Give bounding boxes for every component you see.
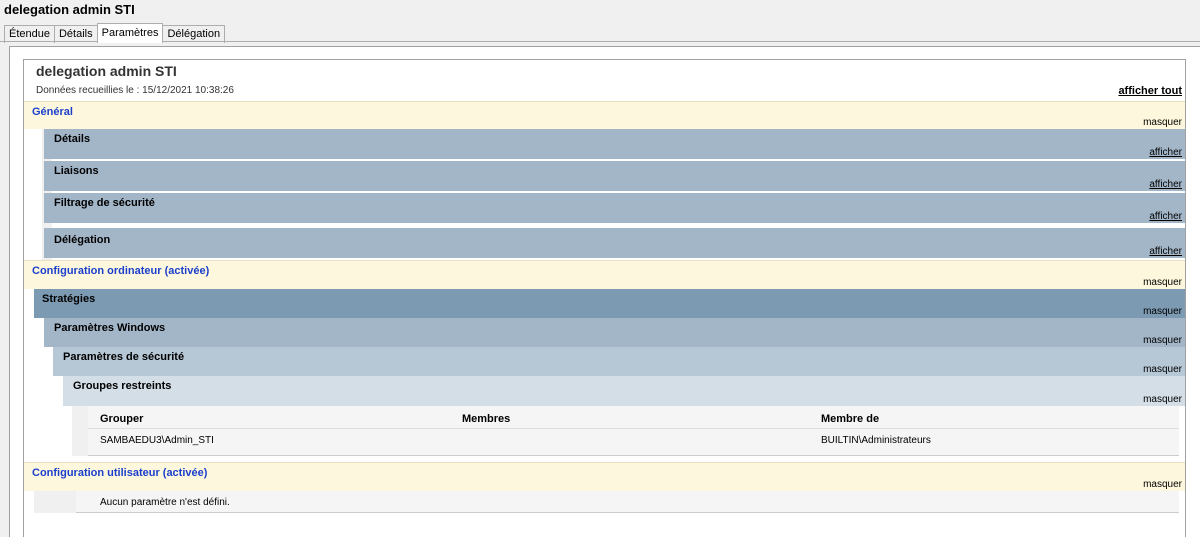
section-windows-settings: Paramètres Windows masquer [44,318,1185,347]
section-links-toggle[interactable]: afficher [1149,179,1182,190]
section-security-settings: Paramètres de sécurité masquer [53,347,1185,376]
column-header-group: Grouper [100,413,144,425]
no-settings-text: Aucun paramètre n'est défini. [100,497,230,508]
table-cell-group: SAMBAEDU3\Admin_STI [100,435,214,446]
tab-settings[interactable]: Paramètres [96,23,164,43]
settings-panel: delegation admin STI Données recueillies… [9,46,1200,537]
section-security-filter-label: Filtrage de sécurité [54,197,155,209]
column-header-members: Membres [462,413,511,425]
section-user-config: Configuration utilisateur (activée) masq… [24,462,1185,491]
restricted-groups-table: Grouper Membres Membre de SAMBAEDU3\Admi… [88,406,1179,456]
section-policies-toggle[interactable]: masquer [1143,306,1182,317]
column-header-member-of: Membre de [821,413,880,425]
section-delegation-toggle[interactable]: afficher [1149,246,1182,257]
section-links-label: Liaisons [54,165,99,177]
section-restricted-groups-label: Groupes restreints [73,380,172,392]
section-details-label: Détails [54,133,91,145]
section-general-label: Général [32,106,73,118]
gpo-report: delegation admin STI Données recueillies… [23,59,1186,537]
no-settings-row: Aucun paramètre n'est défini. [76,491,1179,513]
section-details: Détails afficher [44,129,1185,159]
indent-gutter [72,406,88,456]
indent-gutter [34,491,76,513]
section-general-toggle[interactable]: masquer [1143,117,1182,128]
section-windows-settings-toggle[interactable]: masquer [1143,335,1182,346]
section-policies: Stratégies masquer [34,289,1185,318]
section-computer-config-toggle[interactable]: masquer [1143,277,1182,288]
section-user-config-toggle[interactable]: masquer [1143,479,1182,490]
table-divider [88,428,1179,429]
section-security-filter-toggle[interactable]: afficher [1149,211,1182,222]
report-title: delegation admin STI [36,63,177,79]
section-security-settings-toggle[interactable]: masquer [1143,364,1182,375]
section-general: Général masquer [24,101,1185,129]
table-cell-member-of: BUILTIN\Administrateurs [821,435,931,446]
section-windows-settings-label: Paramètres Windows [54,322,166,334]
section-security-filter: Filtrage de sécurité afficher [44,193,1185,223]
section-delegation-label: Délégation [54,234,111,246]
section-links: Liaisons afficher [44,161,1185,191]
section-delegation: Délégation afficher [44,228,1185,258]
section-security-settings-label: Paramètres de sécurité [63,351,185,363]
window-title: delegation admin STI [4,2,135,17]
show-all-link[interactable]: afficher tout [1118,85,1182,97]
collected-date: Données recueillies le : 15/12/2021 10:3… [36,85,234,96]
section-details-toggle[interactable]: afficher [1149,147,1182,158]
section-restricted-groups: Groupes restreints masquer [63,376,1185,406]
section-computer-config-label: Configuration ordinateur (activée) [32,265,210,277]
section-policies-label: Stratégies [42,293,96,305]
section-restricted-groups-toggle[interactable]: masquer [1143,394,1182,405]
tab-bar: Étendue Détails Paramètres Délégation [4,23,226,43]
tab-divider [0,41,1200,42]
section-computer-config: Configuration ordinateur (activée) masqu… [24,260,1185,289]
section-user-config-label: Configuration utilisateur (activée) [32,467,208,479]
